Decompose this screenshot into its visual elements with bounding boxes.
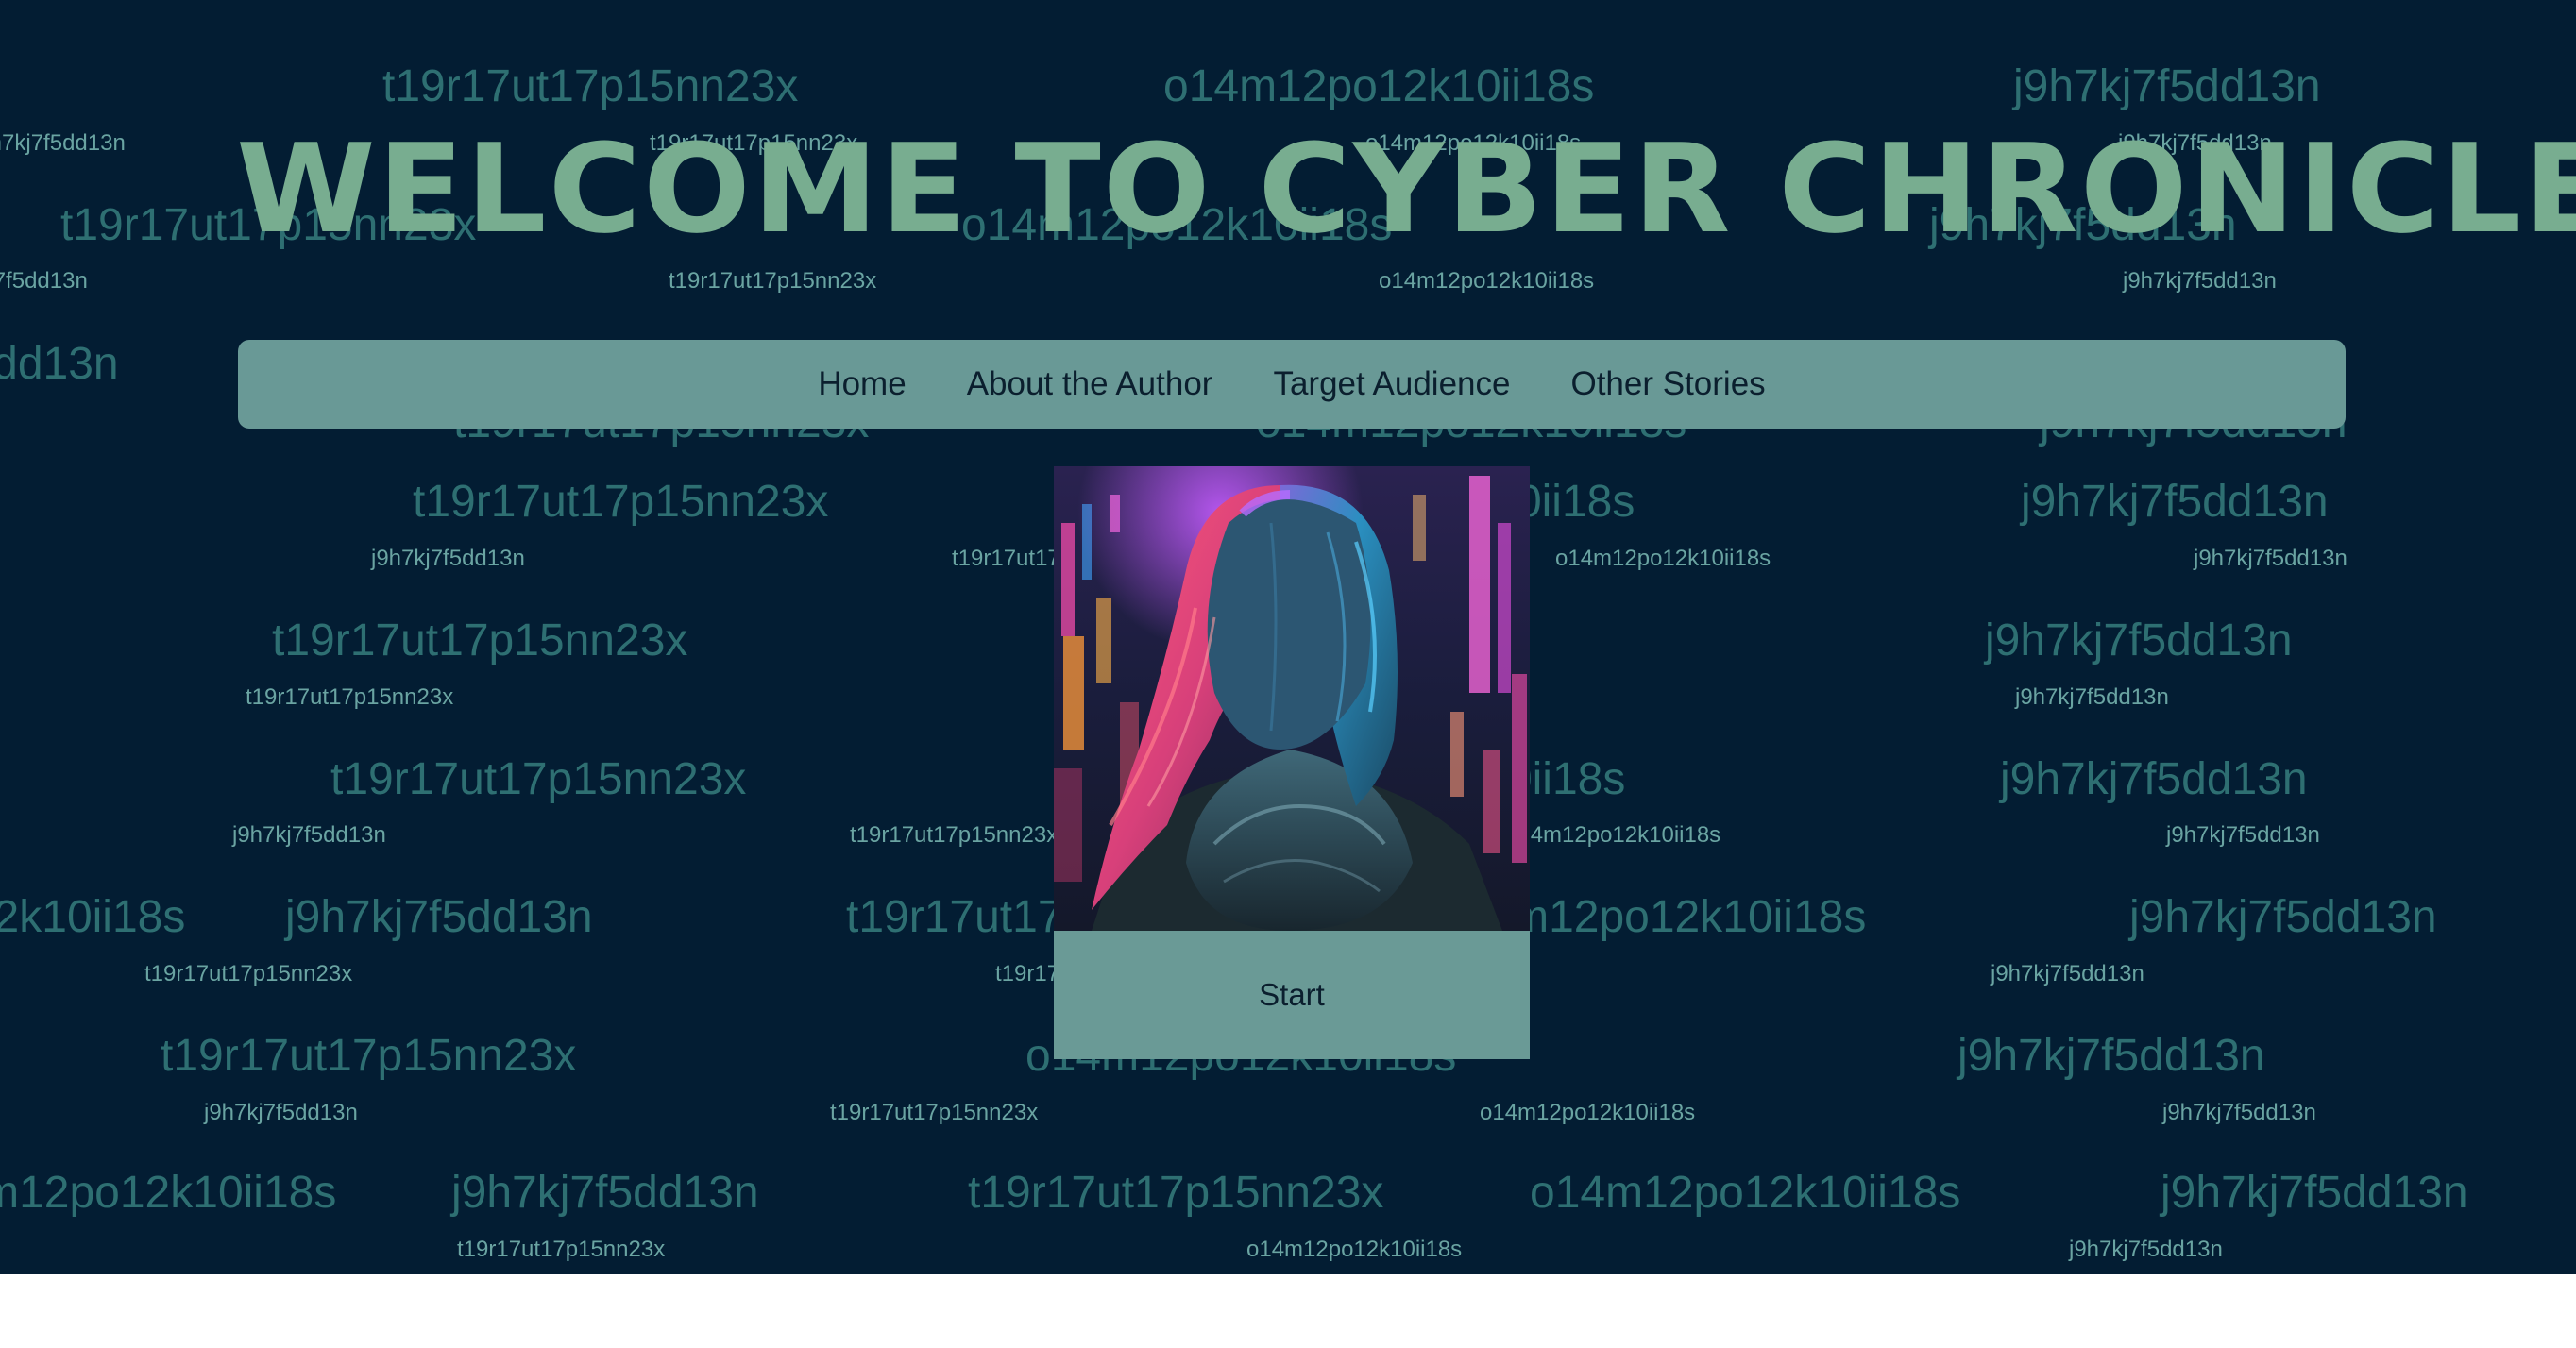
background-pattern-text: j9h7kj7f5dd13n [2194, 546, 2347, 571]
nav-link-home[interactable]: Home [818, 365, 906, 403]
start-button[interactable]: Start [1054, 931, 1530, 1059]
background-pattern-text: j9h7kj7f5dd13n [285, 892, 593, 942]
background-pattern-text: j9h7kj7f5dd13n [2021, 477, 2329, 527]
background-pattern-text: t19r17ut17p15nn23x [330, 754, 747, 804]
background-pattern-text: j9h7kj7f5dd13n [2000, 754, 2308, 804]
page-background: t19r17ut17p15nn23x o14m12po12k10ii18s j9h7… [0, 0, 2576, 1274]
background-pattern-text: j9h7kj7f5dd13n [204, 1100, 358, 1125]
background-pattern-text: j9h7kj7f5dd13n [2015, 684, 2169, 710]
background-pattern-text: j9h7kj7f5dd13n [1985, 615, 2293, 666]
background-pattern-text: t19r17ut17p15nn23x [850, 822, 1059, 848]
background-pattern-text: j9h7kj7f5dd13n [2069, 1237, 2223, 1262]
background-pattern-text: o14m12po12k10ii18s [1555, 546, 1771, 571]
nav-link-other-stories[interactable]: Other Stories [1570, 365, 1765, 403]
background-pattern-text: j9h7kj7f5dd13n [0, 268, 88, 294]
nav-link-target-audience[interactable]: Target Audience [1273, 365, 1510, 403]
background-pattern-text: o14m12po12k10ii18s [0, 1168, 337, 1218]
background-pattern-text: t19r17ut17p15nn23x [457, 1237, 666, 1262]
background-pattern-text: j9h7kj7f5dd13n [2161, 1168, 2468, 1218]
background-pattern-text: t19r17ut17p15nn23x [669, 268, 877, 294]
background-pattern-text: j9h7kj7f5dd13n [2129, 892, 2437, 942]
background-pattern-text: o14m12po12k10ii18s [0, 892, 186, 942]
background-pattern-text: o14m12po12k10ii18s [1480, 1100, 1696, 1125]
background-pattern-text: j9h7kj7f5dd13n [1991, 961, 2144, 986]
background-pattern-text: t19r17ut17p15nn23x [968, 1168, 1384, 1218]
background-pattern-text: j9h7kj7f5dd13n [371, 546, 525, 571]
background-pattern-text: j9h7kj7f5dd13n [2013, 61, 2321, 111]
background-pattern-text: j9h7kj7f5dd13n [1957, 1031, 2265, 1081]
background-pattern-text: o14m12po12k10ii18s [1246, 1237, 1463, 1262]
background-pattern-text: t19r17ut17p15nn23x [413, 477, 829, 527]
nav-bar: Home About the Author Target Audience Ot… [238, 340, 2346, 429]
background-pattern-text: t19r17ut17p15nn23x [161, 1031, 577, 1081]
background-pattern-text: o14m12po12k10ii18s [1530, 1168, 1961, 1218]
background-pattern-text: t19r17ut17p15nn23x [144, 961, 353, 986]
background-pattern-text: t19r17ut17p15nn23x [830, 1100, 1039, 1125]
story-card: Start [1054, 466, 1530, 1059]
background-pattern-text: o14m12po12k10ii18s [1163, 61, 1595, 111]
background-pattern-text: j9h7kj7f5dd13n [451, 1168, 759, 1218]
background-pattern-text: t19r17ut17p15nn23x [272, 615, 688, 666]
page-title: WELCOME TO CYBER CHRONICLES! [236, 117, 2576, 261]
background-pattern-text: j9h7kj7f5dd13n [232, 822, 386, 848]
nav-link-about-author[interactable]: About the Author [967, 365, 1213, 403]
background-pattern-text: j9h7kj7f5dd13n [0, 339, 119, 389]
background-pattern-text: j9h7kj7f5dd13n [2162, 1100, 2316, 1125]
background-pattern-text: j9h7kj7f5dd13n [2166, 822, 2320, 848]
background-pattern-text: j9h7kj7f5dd13n [0, 130, 126, 156]
background-pattern-text: t19r17ut17p15nn23x [382, 61, 799, 111]
hero-image [1054, 466, 1530, 931]
background-pattern-text: o14m12po12k10ii18s [1505, 822, 1721, 848]
background-pattern-text: o14m12po12k10ii18s [1379, 268, 1595, 294]
background-pattern-text: t19r17ut17p15nn23x [246, 684, 454, 710]
background-pattern-text: j9h7kj7f5dd13n [2123, 268, 2277, 294]
